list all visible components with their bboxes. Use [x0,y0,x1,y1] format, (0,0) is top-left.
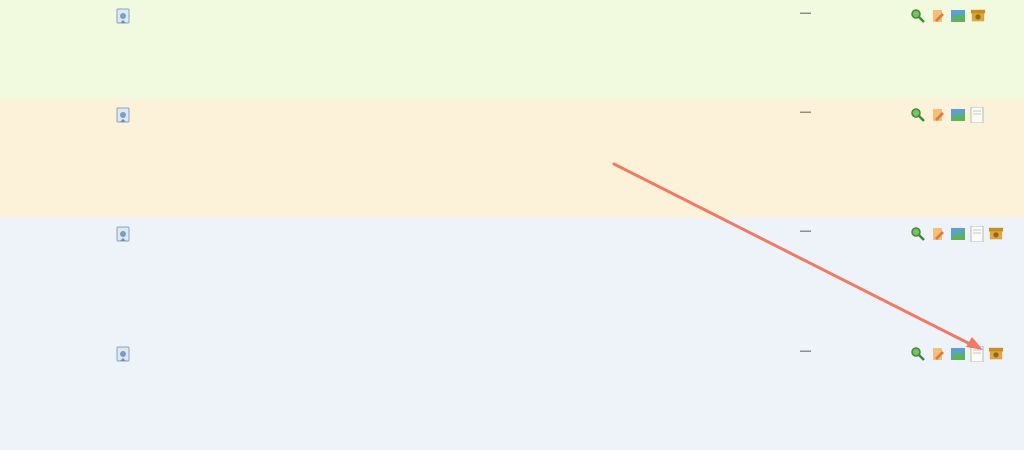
row-actions [910,226,1024,242]
row-actions [910,107,1024,123]
document-icon[interactable] [970,226,984,242]
row-actions [910,346,1024,362]
search-icon[interactable] [910,346,926,362]
certificate-icon [115,107,133,130]
edit-icon[interactable] [930,346,946,362]
map-icon[interactable] [950,346,966,362]
edit-icon[interactable] [930,107,946,123]
empty-value: — [800,106,811,118]
document-icon[interactable] [970,346,984,362]
certificate-icon [115,346,133,369]
row-actions [910,8,1024,24]
archive-icon[interactable] [988,226,1004,242]
certificate-icon [115,226,133,249]
search-icon[interactable] [910,107,926,123]
table-row[interactable]: — [0,0,1024,99]
search-icon[interactable] [910,226,926,242]
edit-icon[interactable] [930,226,946,242]
empty-value: — [800,7,811,19]
edit-icon[interactable] [930,8,946,24]
archive-icon[interactable] [988,346,1004,362]
table-row[interactable]: — [0,338,1024,450]
empty-value: — [800,225,811,237]
table-row[interactable]: — [0,218,1024,338]
document-icon[interactable] [970,107,984,123]
map-icon[interactable] [950,107,966,123]
certificate-icon [115,8,133,31]
search-icon[interactable] [910,8,926,24]
archive-icon[interactable] [970,8,986,24]
table-row[interactable]: — [0,99,1024,218]
map-icon[interactable] [950,226,966,242]
empty-value: — [800,345,811,357]
map-icon[interactable] [950,8,966,24]
